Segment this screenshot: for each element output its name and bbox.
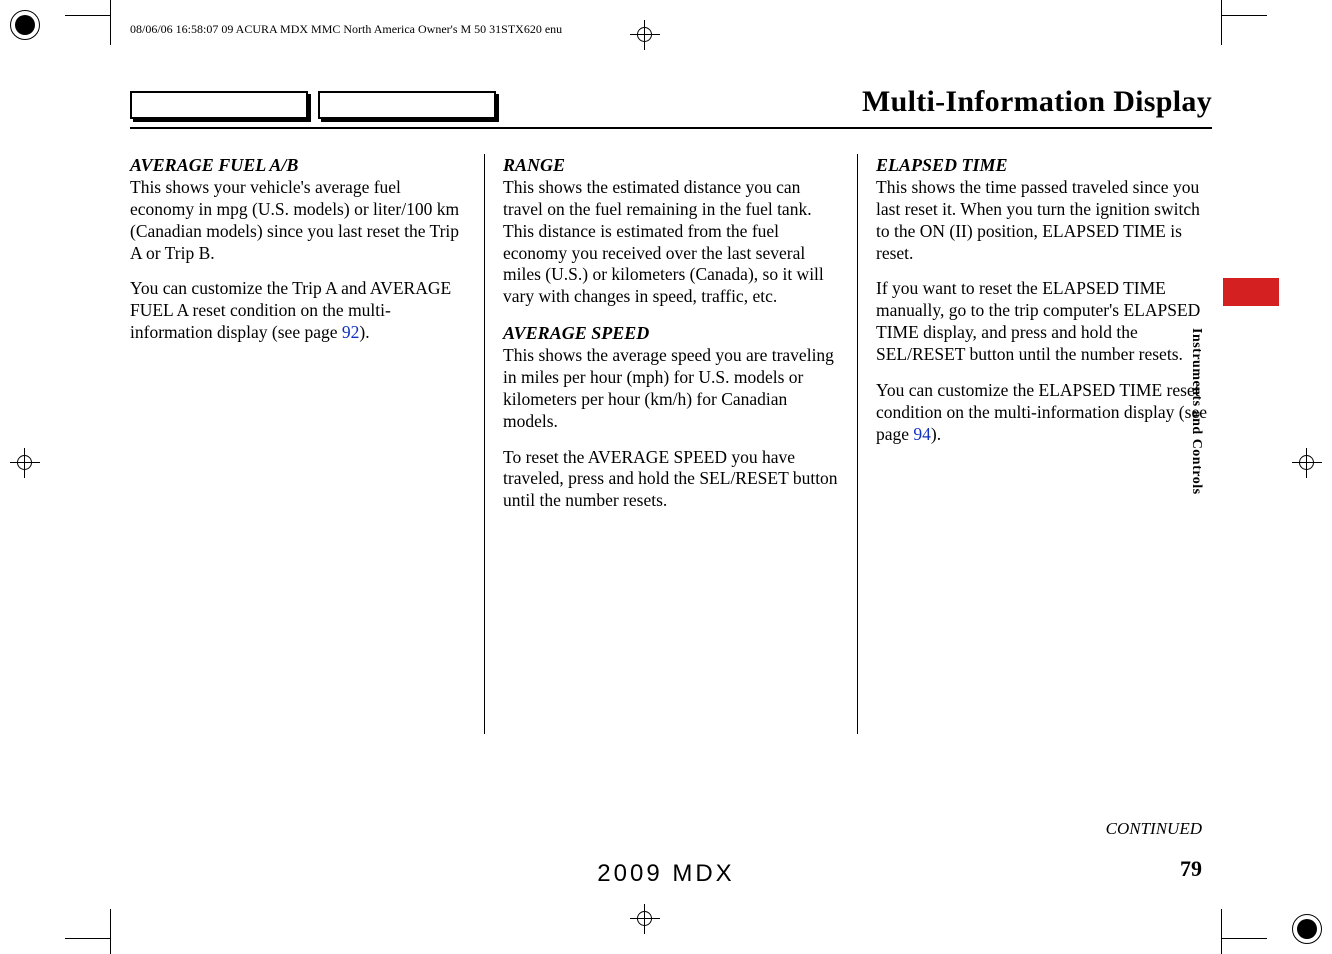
body-text: You can customize the Trip A and AVERAGE… xyxy=(130,278,451,342)
page-reference: 94 xyxy=(913,424,931,444)
page-content: Multi-Information Display AVERAGE FUEL A… xyxy=(130,85,1212,854)
body-text: ). xyxy=(359,322,369,342)
body-text: ). xyxy=(931,424,941,444)
subheading-average-fuel: AVERAGE FUEL A/B xyxy=(130,155,298,175)
section-tab xyxy=(1223,278,1279,306)
body-text: To reset the AVERAGE SPEED you have trav… xyxy=(503,447,839,513)
page-reference: 92 xyxy=(342,322,360,342)
column-3: ELAPSED TIME This shows the time passed … xyxy=(857,154,1212,734)
crop-mark xyxy=(65,15,110,16)
crop-mark xyxy=(1221,0,1222,45)
header-box xyxy=(130,91,308,119)
header-box xyxy=(318,91,496,119)
page-title: Multi-Information Display xyxy=(862,85,1212,119)
subheading-elapsed-time: ELAPSED TIME xyxy=(876,155,1008,175)
crop-mark xyxy=(110,0,111,45)
subheading-average-speed: AVERAGE SPEED xyxy=(503,323,649,343)
target-mark-icon xyxy=(10,448,40,478)
body-text: This shows the estimated distance you ca… xyxy=(503,177,824,306)
subheading-range: RANGE xyxy=(503,155,565,175)
body-text: This shows the time passed traveled sinc… xyxy=(876,177,1200,263)
body-text: This shows your vehicle's average fuel e… xyxy=(130,177,459,263)
target-mark-icon xyxy=(630,904,660,934)
body-text: This shows the average speed you are tra… xyxy=(503,345,834,431)
footer-model: 2009 MDX xyxy=(0,860,1332,888)
column-2: RANGE This shows the estimated distance … xyxy=(484,154,857,734)
target-mark-icon xyxy=(630,20,660,50)
continued-label: CONTINUED xyxy=(1106,819,1202,839)
crop-mark xyxy=(1222,15,1267,16)
body-text: You can customize the Trip A and AVERAGE… xyxy=(130,278,466,344)
crop-mark xyxy=(1221,909,1222,954)
registration-mark-icon xyxy=(1292,914,1322,944)
page-number: 79 xyxy=(1180,856,1202,882)
registration-mark-icon xyxy=(10,10,40,40)
body-text: If you want to reset the ELAPSED TIME ma… xyxy=(876,278,1212,366)
body-text: You can customize the ELAPSED TIME reset… xyxy=(876,380,1212,446)
crop-mark xyxy=(110,909,111,954)
target-mark-icon xyxy=(1292,448,1322,478)
crop-mark xyxy=(1222,938,1267,939)
column-1: AVERAGE FUEL A/B This shows your vehicle… xyxy=(130,154,484,734)
header-metadata: 08/06/06 16:58:07 09 ACURA MDX MMC North… xyxy=(130,22,562,37)
crop-mark xyxy=(65,938,110,939)
